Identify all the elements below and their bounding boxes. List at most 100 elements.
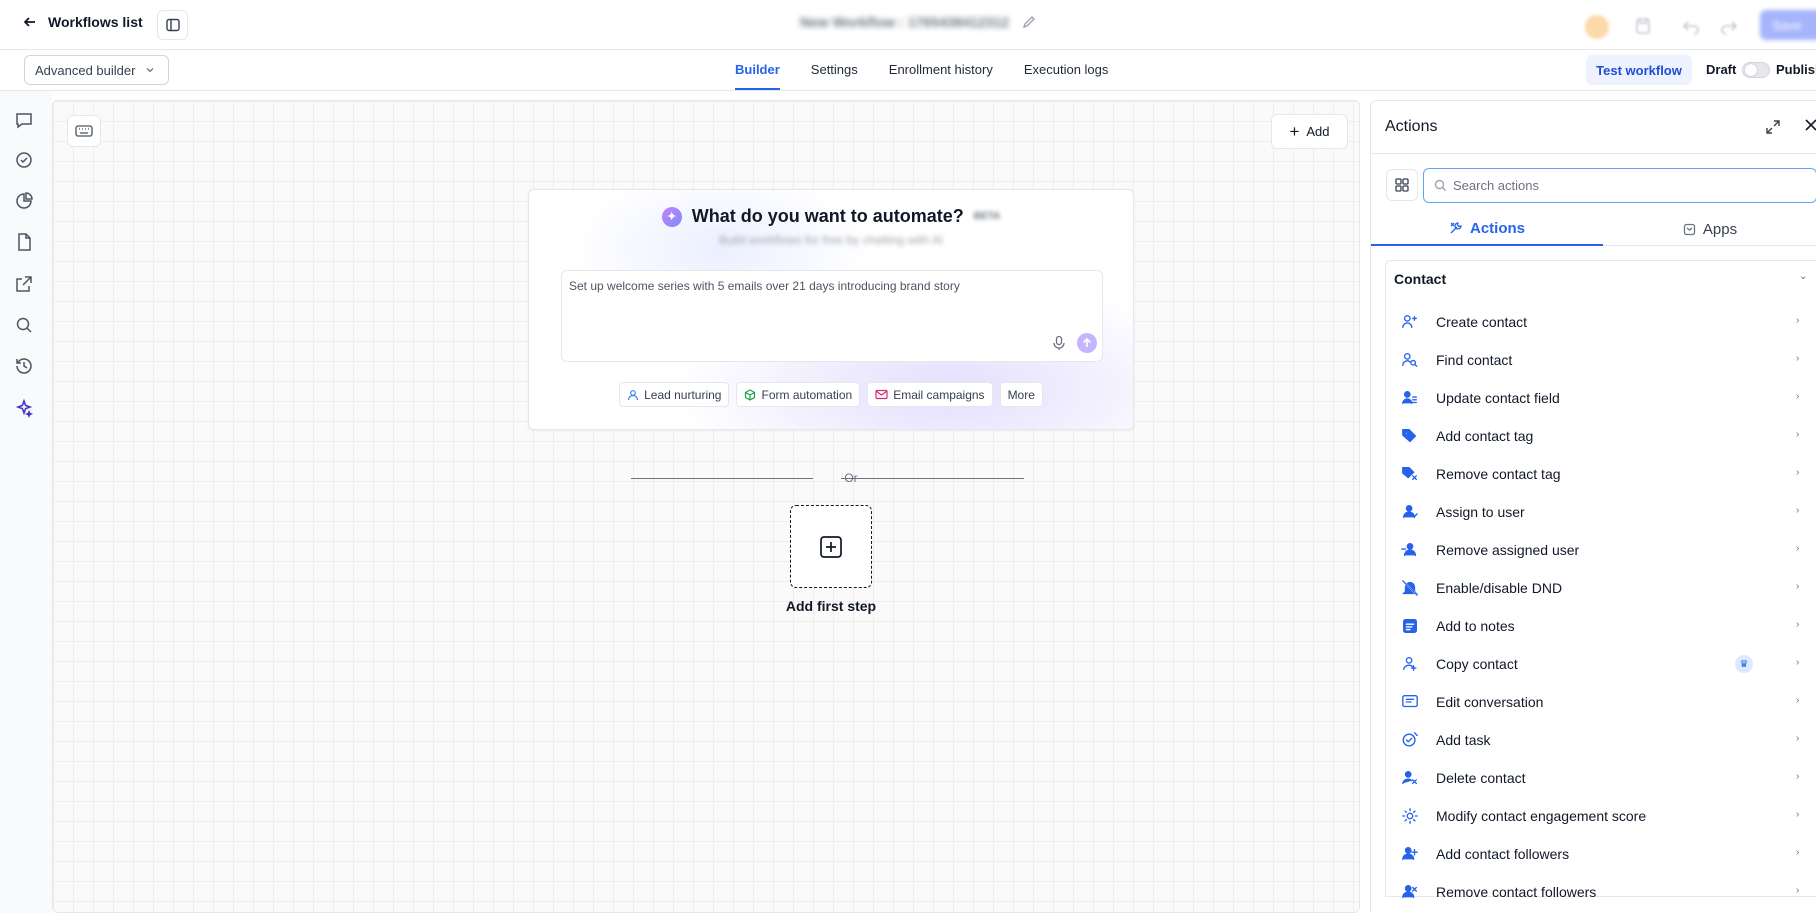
action-item-find-contact[interactable]: Find contact › — [1386, 341, 1816, 379]
chevron-down-icon[interactable]: ⌄ — [1799, 271, 1807, 282]
ai-sparkle-icon[interactable] — [14, 398, 34, 418]
add-first-step-button[interactable] — [790, 505, 872, 588]
sidebar-toggle-button[interactable] — [157, 10, 188, 40]
user-plus-icon — [1401, 313, 1419, 331]
keyboard-shortcuts-button[interactable] — [67, 115, 101, 147]
action-item-add-task[interactable]: Add task › — [1386, 721, 1816, 759]
view-grid-button[interactable] — [1386, 169, 1418, 201]
tab-apps-label: Apps — [1702, 220, 1738, 238]
action-item-enable-disable-dnd[interactable]: Enable/disable DND › — [1386, 569, 1816, 607]
redo-icon[interactable] — [1719, 16, 1739, 36]
undo-icon[interactable] — [1681, 16, 1701, 36]
chevron-right-icon: › — [1796, 543, 1800, 554]
action-label: Remove assigned user — [1436, 542, 1580, 558]
back-to-workflows-link[interactable]: Workflows list — [22, 14, 143, 30]
external-link-icon[interactable] — [14, 274, 34, 294]
action-list: Create contact › Find contact › Update conta… — [1386, 303, 1816, 911]
avatar[interactable] — [1585, 15, 1609, 39]
pie-chart-icon[interactable] — [14, 191, 34, 211]
beta-badge: BETA — [973, 211, 1001, 222]
draft-label: Draft — [1706, 62, 1737, 77]
action-item-modify-contact-engagement-score[interactable]: Modify contact engagement score › — [1386, 797, 1816, 835]
action-item-assign-to-user[interactable]: Assign to user › — [1386, 493, 1816, 531]
chevron-right-icon: › — [1796, 581, 1800, 592]
followers-add-icon — [1401, 845, 1419, 863]
save-button[interactable]: Save — [1760, 10, 1816, 40]
user-search-icon — [1401, 351, 1419, 369]
chevron-right-icon: › — [1796, 885, 1800, 896]
action-item-remove-assigned-user[interactable]: Remove assigned user › — [1386, 531, 1816, 569]
chevron-right-icon: › — [1796, 695, 1800, 706]
suggestion-chips: Lead nurturing Form automation Email cam… — [529, 382, 1133, 407]
action-item-remove-contact-tag[interactable]: Remove contact tag › — [1386, 455, 1816, 493]
grid-icon — [1395, 178, 1409, 192]
add-label: Add — [1306, 124, 1330, 139]
action-item-create-contact[interactable]: Create contact › — [1386, 303, 1816, 341]
tab-enrollment-history[interactable]: Enrollment history — [889, 50, 993, 90]
chip-form-automation[interactable]: Form automation — [736, 382, 861, 407]
chevron-right-icon: › — [1796, 847, 1800, 858]
document-icon[interactable] — [14, 232, 34, 252]
tab-execution-logs[interactable]: Execution logs — [1024, 50, 1109, 90]
chevron-right-icon: › — [1796, 657, 1800, 668]
arrow-up-icon — [1082, 338, 1092, 347]
save-draft-icon[interactable] — [1633, 16, 1653, 36]
action-item-copy-contact[interactable]: Copy contact ♛ › — [1386, 645, 1816, 683]
comment-icon[interactable] — [14, 110, 34, 130]
chip-email-campaigns[interactable]: Email campaigns — [867, 382, 993, 407]
tab-apps[interactable]: Apps — [1603, 212, 1816, 246]
chip-more[interactable]: More — [999, 382, 1043, 407]
prompt-text: Set up welcome series with 5 emails over… — [569, 279, 960, 293]
followers-remove-icon — [1401, 883, 1419, 901]
workflow-canvas[interactable]: + Add ✦ What do you want to automate? BE… — [52, 100, 1360, 913]
publish-toggle[interactable] — [1742, 62, 1770, 78]
search-actions-field[interactable] — [1423, 168, 1816, 203]
panel-tabs: Actions Apps — [1371, 212, 1816, 246]
add-first-step-label: Add first step — [785, 598, 877, 614]
user-icon — [627, 389, 639, 400]
sub-bar: Advanced builder Builder Settings Enroll… — [0, 50, 1816, 91]
search-actions-input[interactable] — [1453, 178, 1753, 193]
chip-lead-nurturing[interactable]: Lead nurturing — [619, 382, 730, 407]
builder-mode-select[interactable]: Advanced builder — [24, 55, 169, 85]
action-item-add-to-notes[interactable]: Add to notes › — [1386, 607, 1816, 645]
ai-prompt-input[interactable]: Set up welcome series with 5 emails over… — [561, 270, 1103, 362]
action-item-delete-contact[interactable]: Delete contact › — [1386, 759, 1816, 797]
crown-icon: ♛ — [1735, 655, 1753, 673]
tab-builder[interactable]: Builder — [735, 50, 780, 90]
action-item-update-contact-field[interactable]: Update contact field › — [1386, 379, 1816, 417]
user-copy-icon — [1401, 655, 1419, 673]
contact-action-group: Contact ⌄ Create contact › Find contact › Up… — [1385, 260, 1816, 900]
microphone-icon[interactable] — [1052, 335, 1066, 351]
search-icon — [1434, 179, 1446, 191]
action-label: Modify contact engagement score — [1436, 808, 1647, 824]
user-edit-icon — [1401, 389, 1419, 407]
chevron-right-icon: › — [1796, 619, 1800, 630]
send-button[interactable] — [1077, 333, 1097, 353]
action-item-remove-contact-followers[interactable]: Remove contact followers › — [1386, 873, 1816, 911]
group-title[interactable]: Contact — [1394, 271, 1446, 287]
tag-icon — [1401, 427, 1419, 445]
action-label: Enable/disable DND — [1436, 580, 1563, 596]
history-icon[interactable] — [14, 356, 34, 376]
ai-title-row: ✦ What do you want to automate? BETA — [529, 206, 1133, 227]
tab-settings[interactable]: Settings — [811, 50, 858, 90]
chevron-right-icon: › — [1796, 353, 1800, 364]
expand-icon[interactable] — [1765, 119, 1781, 135]
action-item-add-contact-tag[interactable]: Add contact tag › — [1386, 417, 1816, 455]
close-icon[interactable] — [1803, 117, 1816, 133]
workflow-name[interactable]: New Workflow : 1765438412312 — [800, 14, 1009, 30]
check-circle-icon[interactable] — [14, 150, 34, 170]
chip-label: Email campaigns — [893, 387, 985, 402]
tab-actions[interactable]: Actions — [1371, 212, 1603, 246]
add-button[interactable]: + Add — [1271, 114, 1348, 149]
edit-name-icon[interactable] — [1022, 15, 1036, 29]
action-label: Add contact tag — [1436, 428, 1534, 444]
chevron-right-icon: › — [1796, 467, 1800, 478]
task-icon — [1401, 731, 1419, 749]
test-workflow-button[interactable]: Test workflow — [1586, 55, 1692, 85]
search-icon[interactable] — [14, 315, 34, 335]
action-item-add-contact-followers[interactable]: Add contact followers › — [1386, 835, 1816, 873]
panel-title: Actions — [1385, 118, 1438, 135]
action-item-edit-conversation[interactable]: Edit conversation › — [1386, 683, 1816, 721]
